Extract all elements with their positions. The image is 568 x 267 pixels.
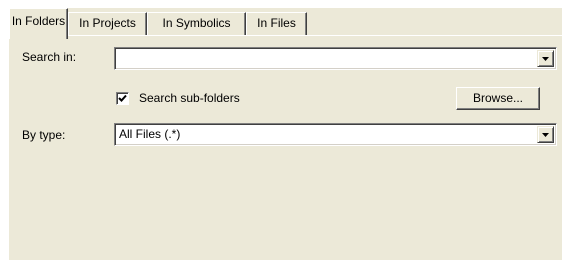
tab-in-folders[interactable]: In Folders xyxy=(9,8,68,39)
by-type-combobox[interactable]: All Files (.*) xyxy=(114,123,557,146)
search-in-dropdown-button[interactable] xyxy=(537,50,554,67)
tab-in-projects-label: In Projects xyxy=(79,16,136,30)
tab-divider xyxy=(9,35,562,36)
tab-in-symbolics[interactable]: In Symbolics xyxy=(147,12,246,35)
chevron-down-icon xyxy=(542,133,549,137)
tab-in-files-label: In Files xyxy=(257,16,296,30)
by-type-value: All Files (.*) xyxy=(119,127,181,141)
by-type-dropdown-button[interactable] xyxy=(537,126,554,143)
browse-button-label: Browse... xyxy=(472,91,523,105)
tab-strip: In Folders In Projects In Symbolics In F… xyxy=(9,8,562,39)
search-subfolders-checkbox[interactable] xyxy=(116,92,129,105)
find-dialog-panel: In Folders In Projects In Symbolics In F… xyxy=(9,8,562,260)
browse-button[interactable]: Browse... xyxy=(456,87,540,110)
tab-in-symbolics-label: In Symbolics xyxy=(162,16,231,30)
chevron-down-icon xyxy=(542,57,549,61)
checkmark-icon xyxy=(118,94,127,102)
by-type-label: By type: xyxy=(22,128,66,142)
tab-in-projects[interactable]: In Projects xyxy=(68,12,147,35)
search-in-label: Search in: xyxy=(22,50,77,64)
tab-in-folders-label: In Folders xyxy=(11,14,66,28)
search-subfolders-label: Search sub-folders xyxy=(139,91,240,105)
search-in-combobox[interactable] xyxy=(114,47,557,70)
tab-in-files[interactable]: In Files xyxy=(246,12,307,35)
